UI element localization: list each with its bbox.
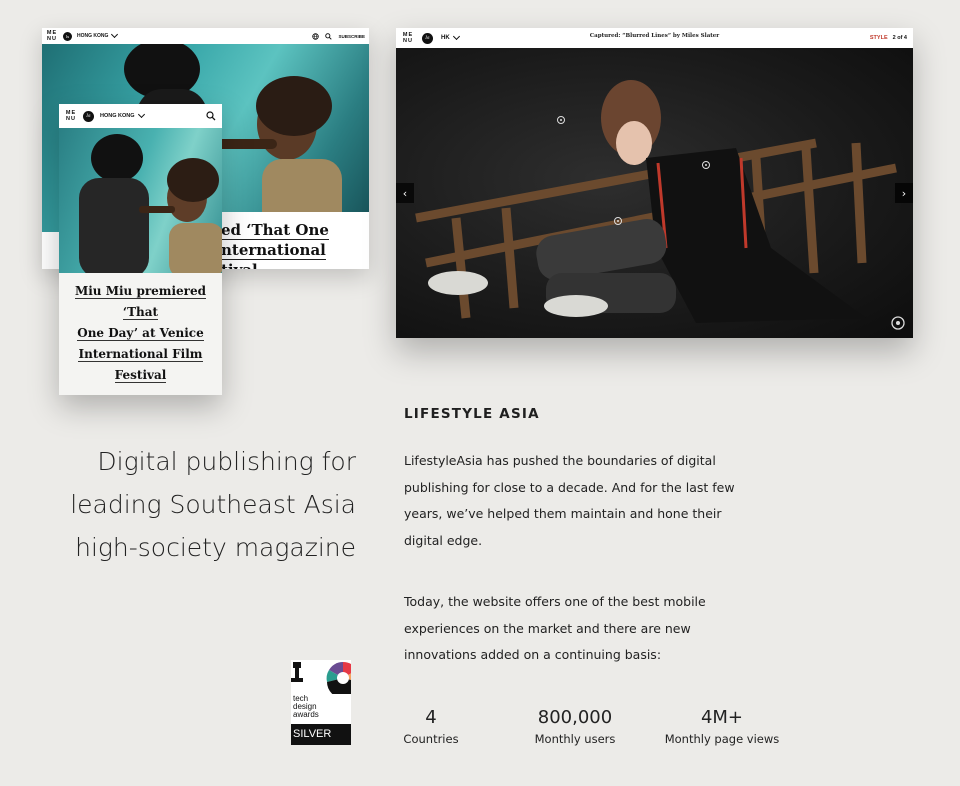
tagline-line: high-society magazine	[75, 533, 356, 562]
article-headline[interactable]: ed ‘That One nternational tival	[213, 212, 369, 269]
desktop-topbar: ME NU ls HK Captured: “Blurred Lines” by…	[396, 28, 913, 48]
article-headline[interactable]: Miu Miu premiered ‘That One Day’ at Veni…	[65, 281, 216, 386]
share-icon[interactable]	[891, 316, 905, 330]
tech-design-awards-badge: tech design awards SILVER	[291, 660, 351, 745]
chevron-down-icon	[111, 30, 119, 39]
site-logo[interactable]: ls	[83, 110, 94, 122]
globe-icon[interactable]	[312, 32, 320, 40]
prev-arrow-button[interactable]: ‹	[396, 183, 414, 203]
hotspot-marker[interactable]	[557, 116, 565, 124]
case-study-paragraph-2: Today, the website offers one of the bes…	[404, 594, 706, 663]
photo-scene	[415, 80, 897, 323]
case-study-paragraph-1: LifestyleAsia has pushed the boundaries …	[404, 453, 735, 549]
gallery-photo: ‹ ›	[396, 48, 913, 338]
stat-monthly-page-views: 4M+ Monthly page views	[664, 707, 780, 746]
gallery-title: Captured: “Blurred Lines” by Miles Slate…	[589, 33, 720, 39]
back-topbar: ME NU ls HONG KONG SUBSCRIBE	[42, 28, 369, 44]
menu-button[interactable]: ME NU	[46, 30, 58, 42]
stat-monthly-users: 800,000 Monthly users	[534, 707, 616, 746]
case-study-heading: LIFESTYLE ASIA	[404, 406, 540, 422]
search-icon[interactable]	[325, 32, 333, 40]
site-logo[interactable]: ls	[63, 31, 72, 41]
tagline-line: leading Southeast Asia	[70, 490, 356, 519]
hotspot-marker[interactable]	[702, 161, 710, 169]
award-logo	[291, 661, 351, 698]
next-arrow-button[interactable]: ›	[895, 183, 913, 203]
front-mobile-screenshot: ME NU ls HONG KONG Miu Miu premiered ‘Th…	[59, 104, 222, 395]
hotspot-marker[interactable]	[614, 217, 622, 225]
subscribe-link[interactable]: SUBSCRIBE	[338, 34, 365, 39]
tagline: Digital publishing for leading Southeast…	[60, 440, 356, 569]
search-icon[interactable]	[206, 111, 216, 121]
tagline-line: Digital publishing for	[97, 447, 356, 476]
region-selector[interactable]: HONG KONG	[77, 30, 119, 39]
menu-button[interactable]: ME NU	[65, 110, 77, 122]
photo-figures	[79, 134, 222, 278]
stat-countries: 4 Countries	[403, 707, 459, 746]
chevron-down-icon	[137, 110, 145, 119]
region-selector[interactable]: HONG KONG	[100, 110, 145, 119]
award-name: tech design awards	[293, 694, 319, 719]
award-tier: SILVER	[291, 724, 351, 745]
desktop-screenshot: ME NU ls HK Captured: “Blurred Lines” by…	[396, 28, 913, 338]
front-topbar: ME NU ls HONG KONG	[59, 104, 222, 129]
hero-photo	[59, 128, 222, 278]
